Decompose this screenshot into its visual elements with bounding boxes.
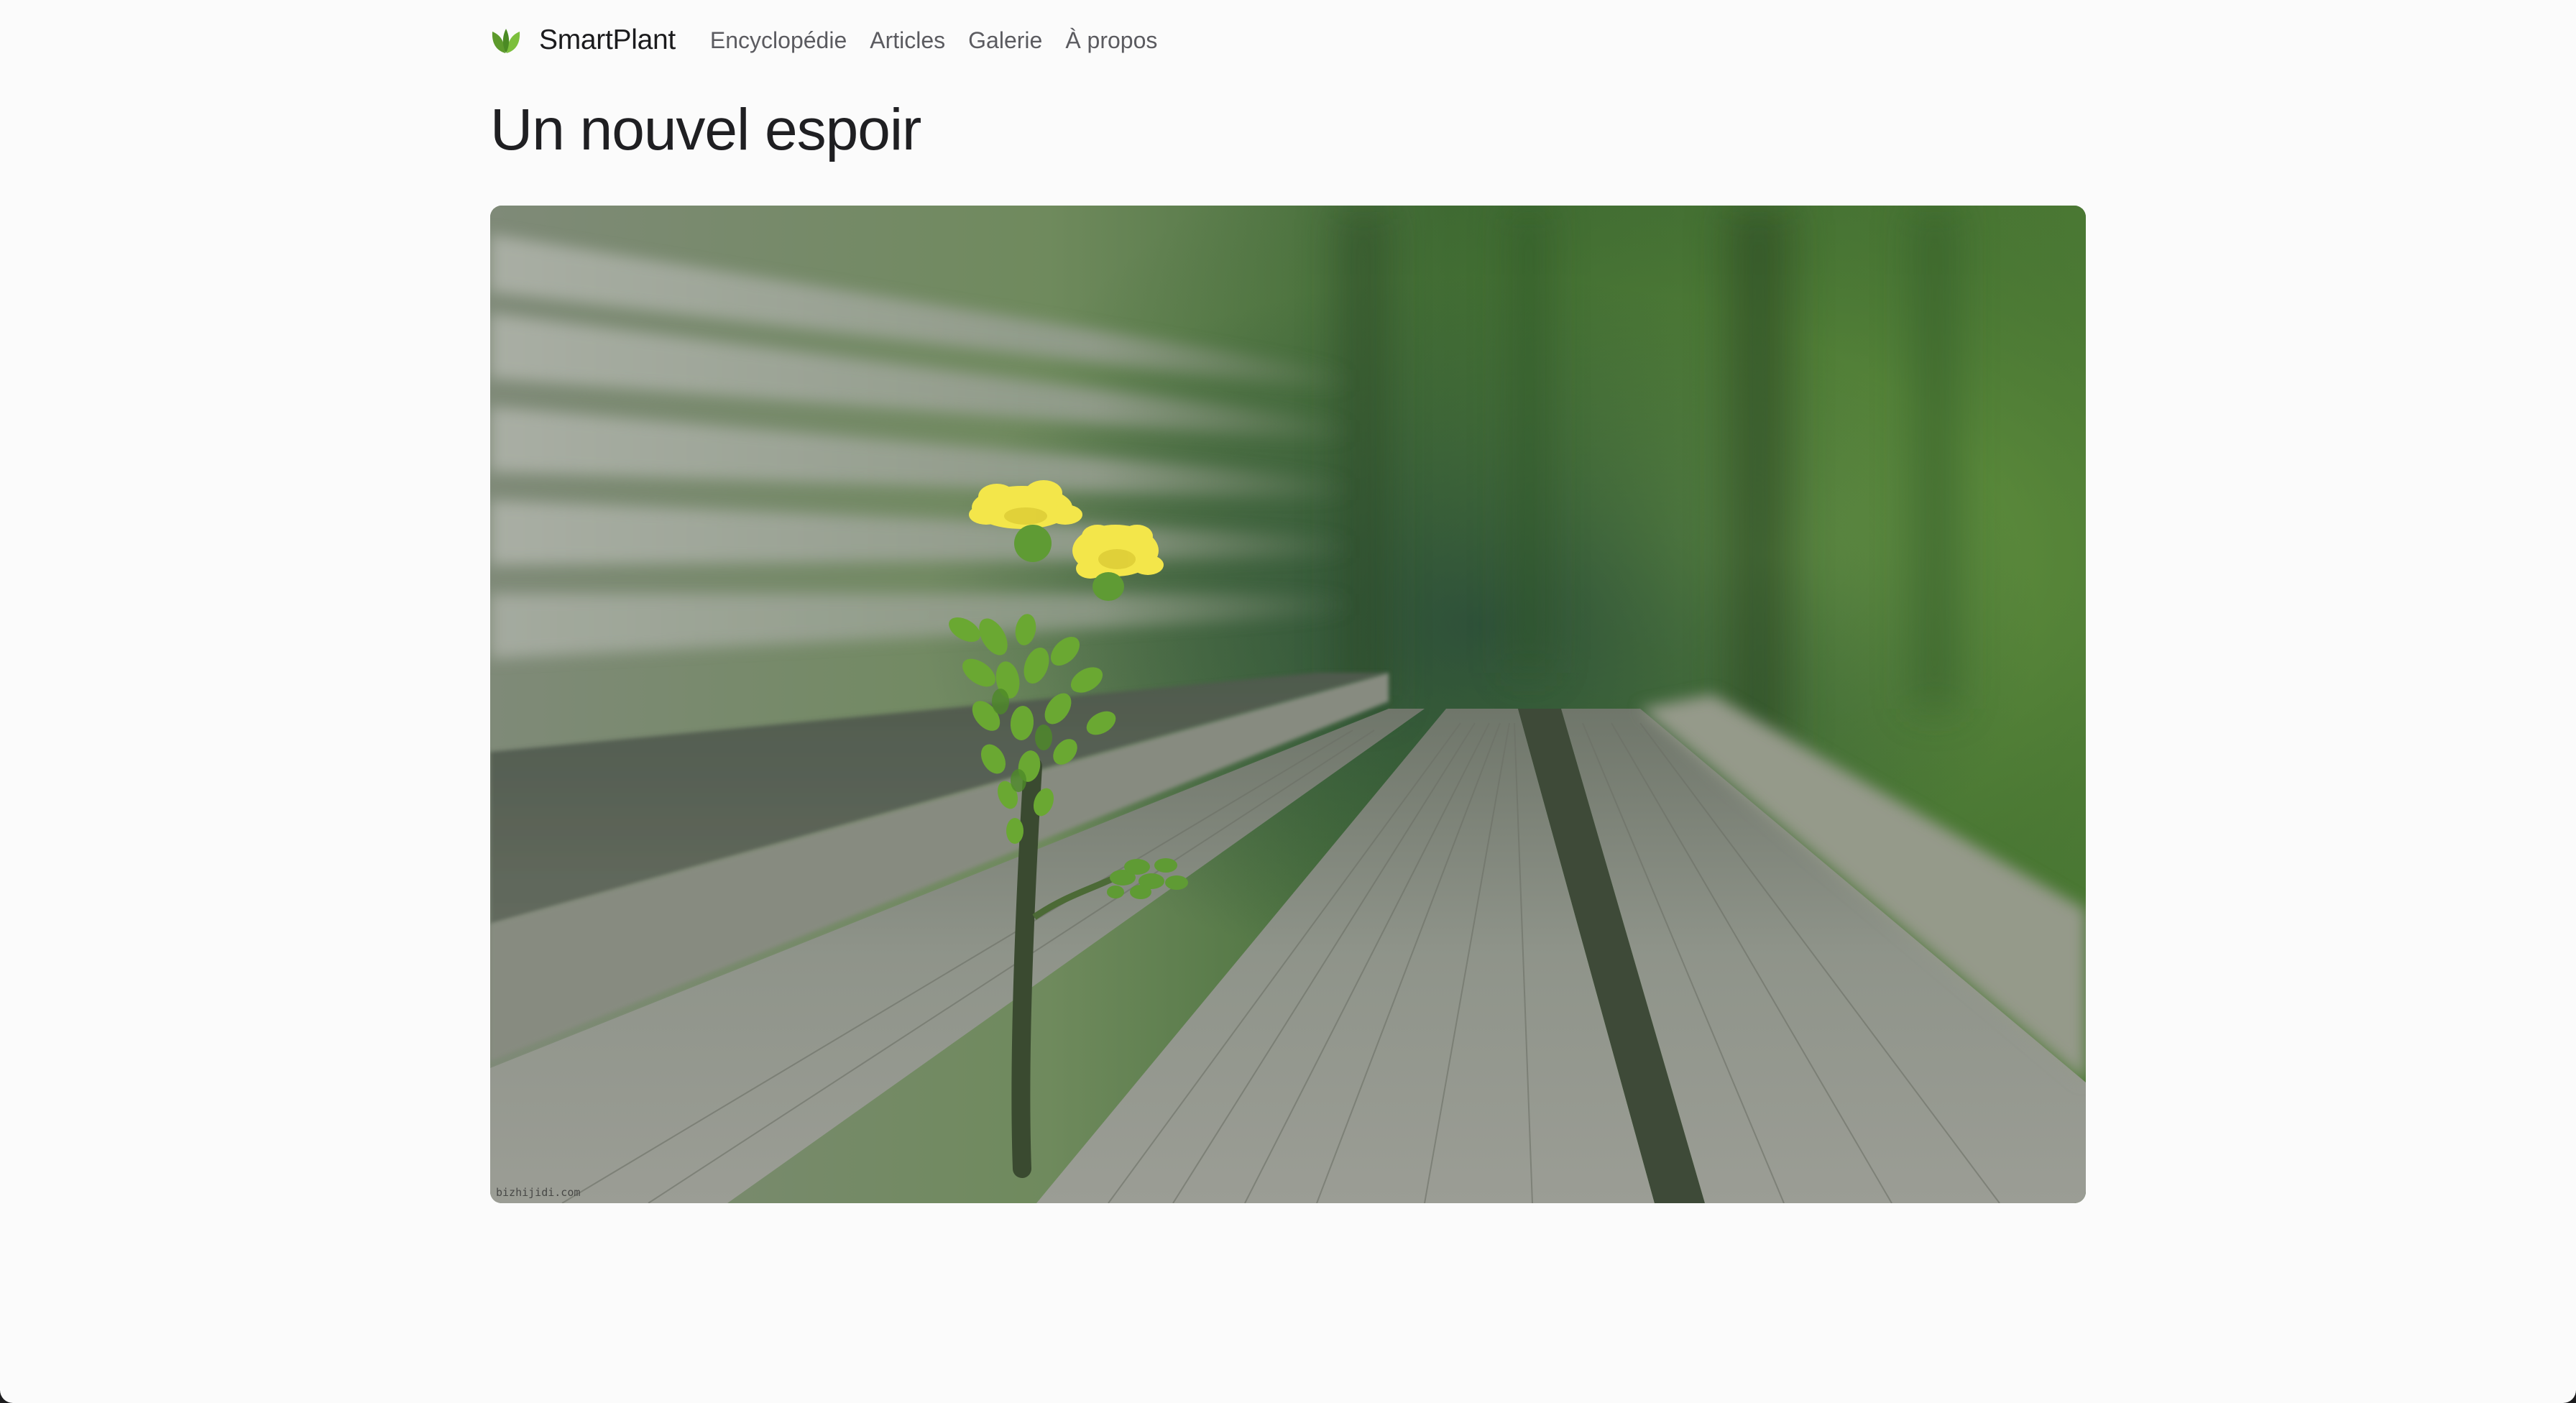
nav-links: Encyclopédie Articles Galerie À propos	[710, 27, 1180, 54]
hero-photo-flower-on-bench	[490, 206, 2086, 1203]
browser-viewport: SmartPlant Encyclopédie Articles Galerie…	[0, 0, 2576, 1403]
nav-link-a-propos[interactable]: À propos	[1065, 27, 1157, 54]
nav-link-articles[interactable]: Articles	[870, 27, 945, 54]
nav-link-galerie[interactable]: Galerie	[968, 27, 1042, 54]
nav-link-encyclopedie[interactable]: Encyclopédie	[710, 27, 847, 54]
image-watermark: bizhijidi.com	[496, 1186, 581, 1199]
hero-image: bizhijidi.com	[490, 206, 2086, 1203]
home-logo-link[interactable]: SmartPlant	[490, 24, 676, 56]
page-title: Un nouvel espoir	[490, 97, 921, 162]
top-navigation: SmartPlant Encyclopédie Articles Galerie…	[490, 20, 1180, 60]
leaf-icon	[492, 29, 520, 53]
brand-name: SmartPlant	[539, 24, 676, 55]
